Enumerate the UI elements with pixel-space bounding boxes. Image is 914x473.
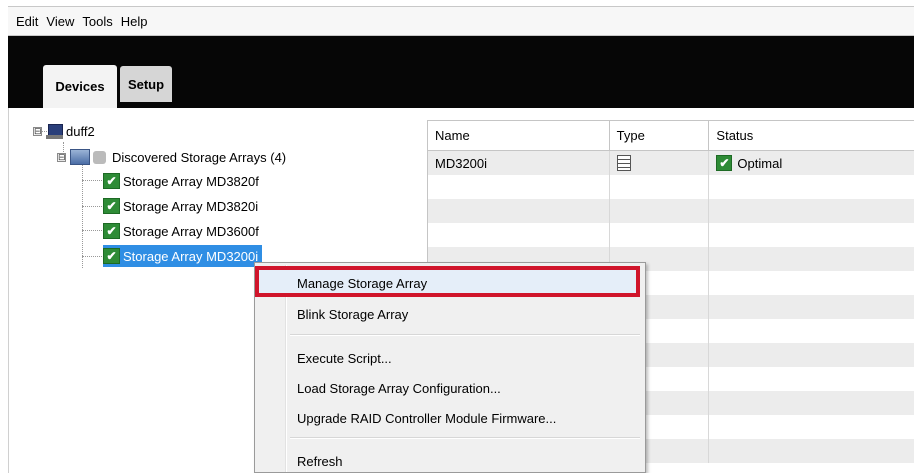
menu-view[interactable]: View <box>46 14 74 29</box>
callout-highlight-box <box>255 266 640 297</box>
check-icon: ✔ <box>103 173 120 189</box>
tree-node-array-label: Storage Array MD3200i <box>123 248 259 264</box>
collapse-toggle[interactable]: ⊟ <box>33 126 42 136</box>
storage-group-icon <box>70 149 90 165</box>
menu-item-execute-script[interactable]: Execute Script... <box>297 346 392 370</box>
tab-devices[interactable]: Devices <box>43 65 117 108</box>
cell-status-label: Optimal <box>737 155 783 171</box>
menu-edit[interactable]: Edit <box>16 14 38 29</box>
column-header-status[interactable]: Status <box>709 121 914 150</box>
tree-node-discovered-label: Discovered Storage Arrays (4) <box>112 149 287 165</box>
cell-type <box>610 151 710 175</box>
tree-node-host-label: duff2 <box>66 123 95 139</box>
table-row-empty <box>428 199 914 223</box>
table-row-empty <box>428 175 914 199</box>
menu-separator <box>290 437 640 439</box>
column-header-name[interactable]: Name <box>428 121 610 150</box>
table-header: Name Type Status <box>428 121 914 151</box>
menu-item-load-configuration[interactable]: Load Storage Array Configuration... <box>297 376 501 400</box>
menu-item-blink-storage-array[interactable]: Blink Storage Array <box>297 302 408 326</box>
tree-node-array-label: Storage Array MD3820f <box>123 173 259 189</box>
table-row-empty <box>428 223 914 247</box>
tree-node-array[interactable]: ✔ Storage Array MD3600f <box>103 220 259 242</box>
check-icon: ✔ <box>103 198 120 214</box>
menu-separator <box>290 334 640 336</box>
tab-header: Devices Setup <box>8 36 914 108</box>
computer-icon <box>46 123 64 139</box>
tree-node-array-label: Storage Array MD3820i <box>123 198 259 214</box>
menu-item-upgrade-firmware[interactable]: Upgrade RAID Controller Module Firmware.… <box>297 406 556 430</box>
phone-icon <box>93 150 106 164</box>
column-header-type[interactable]: Type <box>610 121 710 150</box>
tree-node-discovered[interactable]: ⊟ Discovered Storage Arrays (4) <box>57 146 286 168</box>
menu-item-refresh[interactable]: Refresh <box>297 449 343 473</box>
check-icon: ✔ <box>103 248 120 264</box>
tree-node-array[interactable]: ✔ Storage Array MD3820i <box>103 195 258 217</box>
cell-name: MD3200i <box>428 151 610 175</box>
tree-node-host[interactable]: ⊟ duff2 <box>33 120 95 142</box>
collapse-toggle[interactable]: ⊟ <box>57 152 66 162</box>
table-row[interactable]: MD3200i ✔ Optimal <box>428 151 914 175</box>
tab-setup[interactable]: Setup <box>120 66 172 102</box>
check-icon: ✔ <box>716 155 733 171</box>
tree-node-array-label: Storage Array MD3600f <box>123 223 259 239</box>
tree-node-array[interactable]: ✔ Storage Array MD3820f <box>103 170 259 192</box>
menu-help[interactable]: Help <box>121 14 148 29</box>
tree-node-array-selected[interactable]: ✔ Storage Array MD3200i <box>103 245 263 267</box>
storage-array-icon <box>616 155 631 171</box>
check-icon: ✔ <box>103 223 120 239</box>
menu-tools[interactable]: Tools <box>82 14 112 29</box>
cell-status: ✔ Optimal <box>709 151 914 175</box>
menu-bar: Edit View Tools Help <box>8 6 914 36</box>
